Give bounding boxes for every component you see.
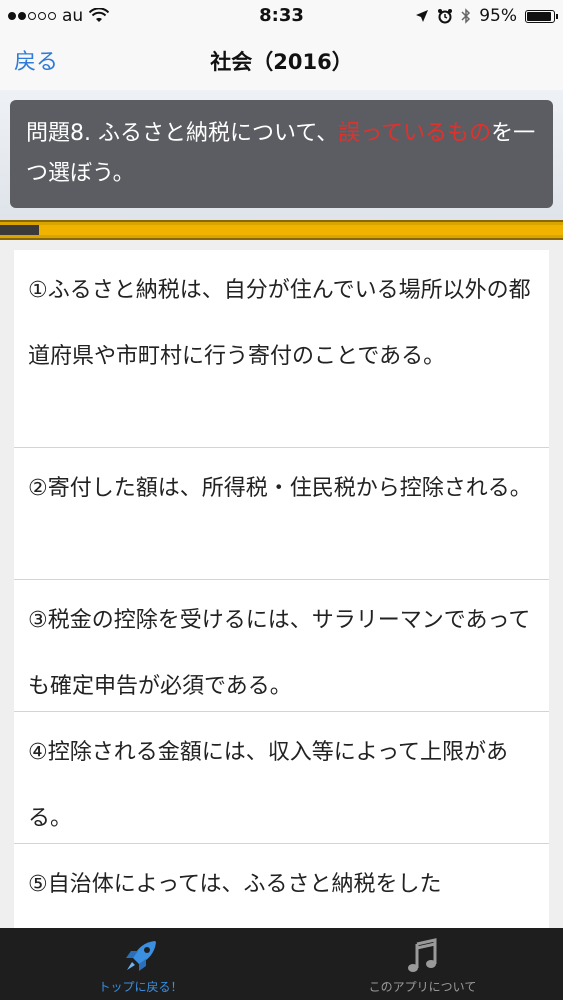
tab-top[interactable]: トップに戻る！ bbox=[0, 928, 281, 1000]
question-highlight: 誤っているもの bbox=[338, 121, 492, 146]
progress-fill bbox=[0, 225, 40, 235]
status-right: 95% bbox=[415, 6, 558, 26]
status-bar: au 8:33 95% bbox=[0, 0, 563, 34]
answer-option-2[interactable]: ②寄付した額は、所得税・住民税から控除される。 bbox=[14, 448, 549, 580]
battery-percent: 95% bbox=[479, 6, 517, 26]
progress-bar bbox=[0, 220, 563, 240]
tab-about[interactable]: このアプリについて bbox=[282, 928, 563, 1000]
question-box: 問題8. ふるさと納税について、誤っているものを一つ選ぼう。 bbox=[10, 100, 553, 208]
music-note-icon bbox=[407, 938, 436, 972]
alarm-clock-icon bbox=[438, 9, 453, 24]
location-arrow-icon bbox=[416, 10, 429, 22]
rocket-icon bbox=[125, 941, 156, 971]
question-area: 問題8. ふるさと納税について、誤っているものを一つ選ぼう。 bbox=[0, 90, 563, 220]
answer-list: ①ふるさと納税は、自分が住んでいる場所以外の都道府県や市町村に行う寄付のことであ… bbox=[0, 240, 563, 928]
bluetooth-icon bbox=[461, 8, 471, 24]
answer-option-5[interactable]: ⑤自治体によっては、ふるさと納税をした bbox=[14, 844, 549, 928]
navigation-bar: 戻る 社会（2016） bbox=[0, 34, 563, 91]
tab-about-label: このアプリについて bbox=[368, 980, 477, 994]
battery-icon bbox=[525, 9, 558, 23]
page-title: 社会（2016） bbox=[210, 50, 353, 74]
answer-option-1[interactable]: ①ふるさと納税は、自分が住んでいる場所以外の都道府県や市町村に行う寄付のことであ… bbox=[14, 250, 549, 448]
answer-option-4[interactable]: ④控除される金額には、収入等によって上限がある。 bbox=[14, 712, 549, 844]
progress-track bbox=[0, 225, 563, 235]
answer-option-3[interactable]: ③税金の控除を受けるには、サラリーマンであっても確定申告が必須である。 bbox=[14, 580, 549, 712]
tab-top-label: トップに戻る！ bbox=[98, 980, 183, 994]
tab-bar: トップに戻る！ このアプリについて bbox=[0, 928, 563, 1000]
question-text-prefix: 問題8. ふるさと納税について、 bbox=[26, 121, 339, 146]
